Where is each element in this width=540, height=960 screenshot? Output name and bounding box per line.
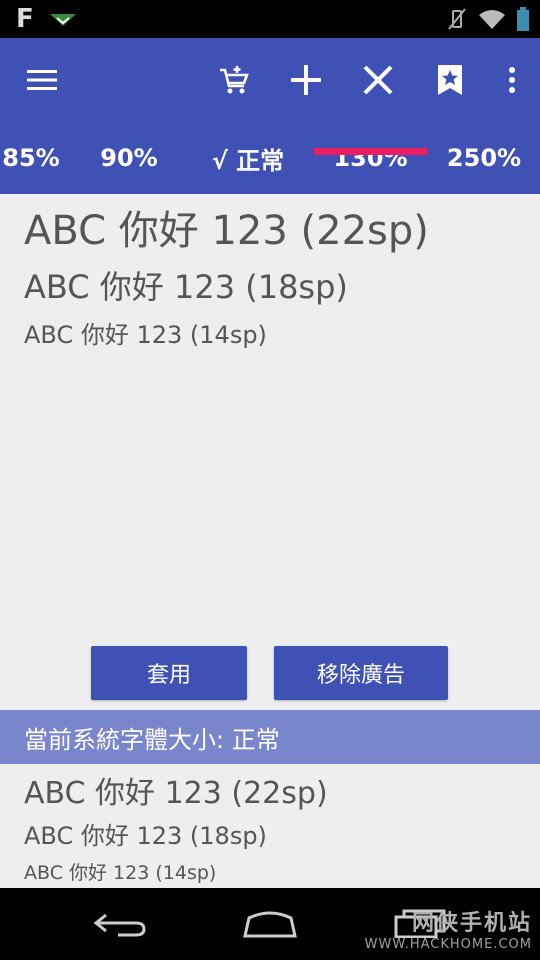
close-icon[interactable]: [358, 60, 398, 100]
tab-normal[interactable]: √ 正常: [200, 122, 296, 194]
bookmark-star-icon[interactable]: [430, 60, 470, 100]
system-preview-large-text: ABC 你好 123 (22sp): [24, 776, 328, 811]
back-icon[interactable]: [92, 912, 148, 942]
preview-medium-text: ABC 你好 123 (18sp): [24, 268, 348, 306]
wifi-icon: [478, 8, 506, 34]
toolbar: [0, 38, 540, 122]
app-notification-letter: F: [16, 4, 34, 34]
tab-90[interactable]: 90%: [90, 122, 168, 194]
overflow-menu-icon[interactable]: [492, 60, 532, 100]
watermark: 网侠手机站 WWW.HACKHOME.COM: [365, 905, 532, 952]
tab-250[interactable]: 250%: [444, 122, 524, 194]
system-font-size-banner: 當前系統字體大小: 正常: [0, 710, 540, 764]
status-bar: F: [0, 0, 540, 38]
watermark-title: 网侠手机站: [411, 911, 532, 936]
remove-ads-button[interactable]: 移除廣告: [274, 646, 448, 700]
menu-icon[interactable]: [22, 60, 62, 100]
system-preview-small-text: ABC 你好 123 (14sp): [24, 862, 217, 884]
tab-85[interactable]: 85%: [0, 122, 62, 194]
preview-large-text: ABC 你好 123 (22sp): [24, 208, 429, 254]
preview-small-text: ABC 你好 123 (14sp): [24, 321, 267, 349]
watermark-url: WWW.HACKHOME.COM: [364, 937, 532, 952]
vibrate-off-icon: [446, 7, 468, 35]
tab-130[interactable]: 130%: [314, 122, 427, 194]
selected-tab-indicator: [314, 148, 427, 155]
battery-icon: [516, 7, 530, 35]
system-preview-medium-text: ABC 你好 123 (18sp): [24, 822, 267, 850]
download-notification-icon: [48, 10, 78, 34]
apply-button[interactable]: 套用: [91, 646, 247, 700]
home-icon[interactable]: [242, 910, 298, 942]
add-cart-icon[interactable]: [214, 60, 254, 100]
app-bar: 85% 90% √ 正常 130% 250%: [0, 38, 540, 194]
font-size-tabs: 85% 90% √ 正常 130% 250%: [0, 122, 540, 194]
plus-icon[interactable]: [286, 60, 326, 100]
